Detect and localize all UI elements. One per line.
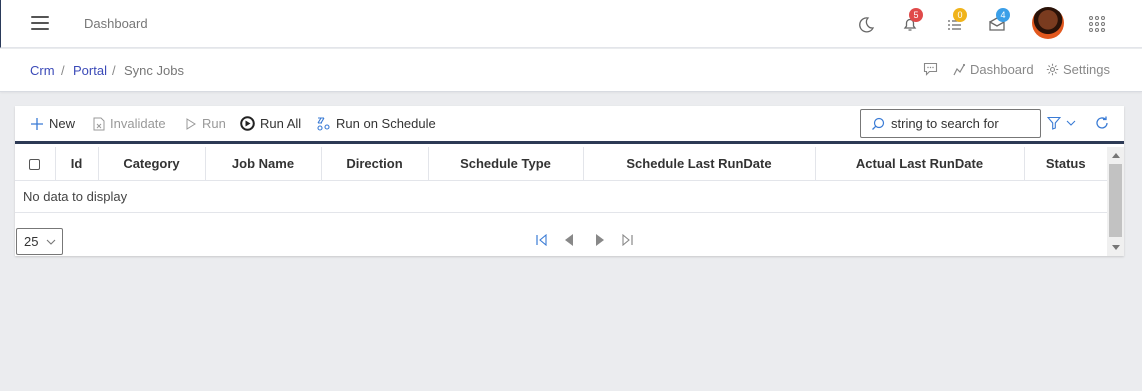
run-button-label: Run: [202, 116, 226, 131]
gear-icon: [1046, 63, 1059, 76]
toolbar: New Invalidate Run Run All Run on Schedu…: [15, 106, 1124, 144]
filter-button[interactable]: [1047, 116, 1076, 130]
first-page-icon[interactable]: [535, 234, 548, 246]
sync-jobs-panel: New Invalidate Run Run All Run on Schedu…: [15, 106, 1124, 256]
run-button[interactable]: Run: [185, 116, 226, 131]
tasks-badge: 0: [953, 8, 967, 22]
hamburger-menu-icon[interactable]: [31, 16, 49, 30]
search-box[interactable]: [860, 109, 1041, 138]
breadcrumb-bar: Crm / Portal / Sync Jobs Dashboard Setti…: [0, 49, 1142, 92]
settings-link[interactable]: Settings: [1046, 62, 1110, 77]
messages-badge: 4: [996, 8, 1010, 22]
run-all-icon: [240, 116, 255, 131]
next-page-icon[interactable]: [595, 234, 605, 246]
play-icon: [186, 117, 196, 130]
filter-icon: [1047, 116, 1061, 130]
column-header-direction[interactable]: Direction: [321, 147, 429, 181]
chart-line-icon: [953, 63, 966, 76]
run-on-schedule-button-label: Run on Schedule: [336, 116, 436, 131]
vertical-scrollbar[interactable]: [1107, 147, 1124, 256]
invalidate-button-label: Invalidate: [110, 116, 166, 131]
dashboard-link-label: Dashboard: [970, 62, 1034, 77]
moon-icon[interactable]: [856, 14, 876, 34]
breadcrumb-separator: /: [112, 63, 116, 78]
column-header-category[interactable]: Category: [98, 147, 206, 181]
dashboard-link[interactable]: Dashboard: [953, 62, 1034, 77]
scroll-down-arrow-icon[interactable]: [1112, 245, 1120, 250]
scroll-up-arrow-icon[interactable]: [1112, 153, 1120, 158]
column-header-schedule-type[interactable]: Schedule Type: [428, 147, 584, 181]
search-icon: [872, 117, 885, 130]
breadcrumb-crm[interactable]: Crm: [30, 63, 55, 78]
search-input[interactable]: [891, 116, 1031, 131]
column-header-actual-last-rundate[interactable]: Actual Last RunDate: [815, 147, 1025, 181]
scrollbar-thumb[interactable]: [1109, 164, 1122, 237]
refresh-button[interactable]: [1094, 115, 1110, 131]
plus-icon: [31, 117, 43, 130]
breadcrumb-separator: /: [61, 63, 65, 78]
column-header-schedule-last-rundate[interactable]: Schedule Last RunDate: [583, 147, 816, 181]
notifications-bell-icon[interactable]: 5: [900, 8, 923, 34]
schedule-icon: [317, 117, 330, 131]
notifications-badge: 5: [909, 8, 923, 22]
settings-link-label: Settings: [1063, 62, 1110, 77]
run-all-button[interactable]: Run All: [240, 116, 301, 131]
sync-jobs-table: Id Category Job Name Direction Schedule …: [15, 147, 1107, 213]
messages-envelope-icon[interactable]: 4: [987, 8, 1010, 34]
column-header-status[interactable]: Status: [1024, 147, 1107, 181]
last-page-icon[interactable]: [621, 234, 634, 246]
column-header-id[interactable]: Id: [55, 147, 99, 181]
user-avatar[interactable]: [1032, 7, 1064, 39]
tasks-list-icon[interactable]: 0: [944, 8, 967, 34]
page-size-value: 25: [24, 234, 39, 249]
select-all-checkbox[interactable]: [29, 158, 41, 170]
refresh-icon: [1096, 116, 1108, 129]
chevron-down-icon: [47, 239, 56, 245]
breadcrumb-portal[interactable]: Portal: [73, 63, 107, 78]
table-header-row: Id Category Job Name Direction Schedule …: [15, 147, 1107, 181]
empty-message: No data to display: [15, 180, 1107, 213]
breadcrumb-sync-jobs: Sync Jobs: [124, 63, 184, 78]
chevron-down-icon: [1066, 120, 1076, 126]
apps-grid-icon[interactable]: [1089, 16, 1105, 32]
new-button-label: New: [49, 116, 76, 131]
top-header: Dashboard 5 0 4: [0, 0, 1142, 48]
comment-icon[interactable]: [923, 62, 938, 76]
page-size-select[interactable]: 25: [16, 228, 63, 255]
document-x-icon: [93, 117, 105, 130]
empty-row: No data to display: [15, 180, 1107, 213]
new-button[interactable]: New: [30, 116, 75, 131]
invalidate-button[interactable]: Invalidate: [93, 116, 166, 131]
header-title: Dashboard: [84, 16, 148, 31]
previous-page-icon[interactable]: [564, 234, 574, 246]
select-all-header[interactable]: [15, 147, 56, 181]
run-on-schedule-button[interactable]: Run on Schedule: [317, 116, 436, 131]
column-header-job-name[interactable]: Job Name: [205, 147, 322, 181]
run-all-button-label: Run All: [260, 116, 302, 131]
